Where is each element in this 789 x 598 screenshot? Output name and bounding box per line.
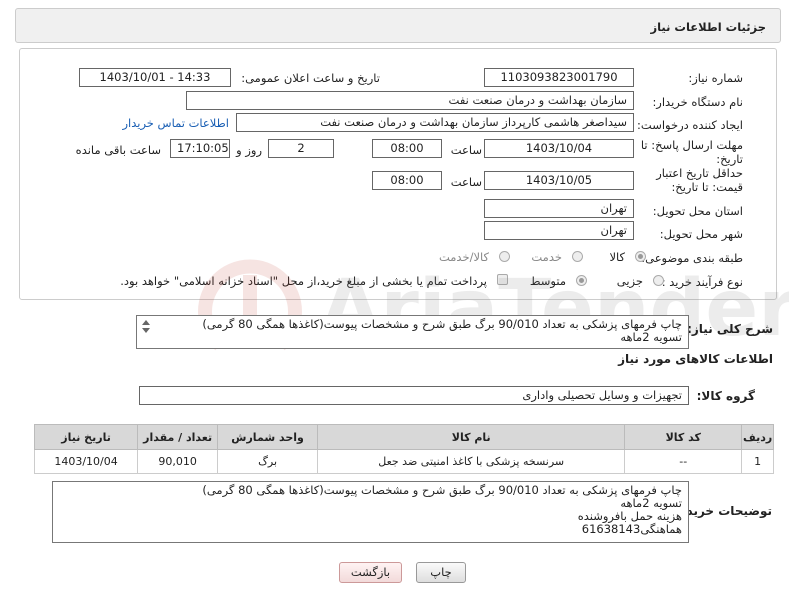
buyer-notes-textarea[interactable]: چاپ فرمهای پزشکی به تعداد 90/010 برگ طبق…: [52, 481, 689, 543]
category-radio-service[interactable]: [572, 251, 583, 262]
col-quantity: تعداد / مقدار: [137, 424, 219, 450]
treasury-payment-note: پرداخت تمام یا بخشی از مبلغ خرید،از محل …: [120, 274, 487, 288]
goods-group-field[interactable]: تجهیزات و وسایل تحصیلی واداری: [139, 386, 689, 405]
print-button[interactable]: چاپ: [416, 562, 466, 583]
col-item-name: نام کالا: [317, 424, 626, 450]
cell-row-number: 1: [741, 449, 774, 474]
city-label: شهر محل تحویل:: [659, 227, 743, 241]
remaining-label: ساعت باقی مانده: [75, 143, 161, 157]
cell-need-date: 1403/10/04: [33, 449, 139, 474]
goods-table: تاریخ نیاز تعداد / مقدار واحد شمارش نام …: [33, 424, 774, 474]
col-need-date: تاریخ نیاز: [33, 424, 139, 450]
category-radio-both[interactable]: [499, 251, 510, 262]
goods-section-title: اطلاعات کالاهای مورد نیاز: [618, 352, 773, 366]
page-title: جزئیات اطلاعات نیاز: [650, 20, 766, 34]
page-header: جزئیات اطلاعات نیاز: [15, 8, 781, 43]
goods-group-label: گروه کالا:: [696, 389, 755, 403]
price-deadline-label: حداقل تاریخ اعتبار قیمت: تا تاریخ:: [656, 166, 743, 194]
reply-date-field[interactable]: 1403/10/04: [484, 139, 634, 158]
process-option-medium: متوسط: [529, 274, 566, 288]
buyer-org-field[interactable]: سازمان بهداشت و درمان صنعت نفت: [186, 91, 634, 110]
summary-textarea[interactable]: چاپ فرمهای پزشکی به تعداد 90/010 برگ طبق…: [136, 315, 689, 349]
process-radio-medium[interactable]: [576, 275, 587, 286]
reply-time-label: ساعت: [450, 143, 482, 157]
treasury-payment-checkbox[interactable]: [497, 274, 508, 285]
back-button[interactable]: بازگشت: [339, 562, 402, 583]
days-label: روز و: [236, 143, 262, 157]
province-label: استان محل تحویل:: [652, 204, 743, 218]
category-option-goods: کالا: [609, 250, 625, 264]
cell-unit: برگ: [217, 449, 319, 474]
col-row-number: ردیف: [741, 424, 774, 450]
category-radio-goods[interactable]: [635, 251, 646, 262]
cell-quantity: 90,010: [137, 449, 219, 474]
col-unit: واحد شمارش: [217, 424, 319, 450]
need-number-field[interactable]: 1103093823001790: [484, 68, 634, 87]
goods-table-header: تاریخ نیاز تعداد / مقدار واحد شمارش نام …: [33, 424, 774, 450]
cell-item-code: --: [624, 449, 743, 474]
process-option-minor: جزیی: [616, 274, 643, 288]
announce-label: تاریخ و ساعت اعلان عمومی:: [241, 71, 380, 85]
days-field[interactable]: 2: [268, 139, 334, 158]
summary-scroll-arrows-icon[interactable]: [140, 318, 152, 342]
reply-deadline-label: مهلت ارسال پاسخ: تا تاریخ:: [640, 138, 743, 166]
summary-label: شرح کلی نیاز:: [687, 322, 773, 336]
price-time-label: ساعت: [450, 175, 482, 189]
creator-label: ایجاد کننده درخواست:: [637, 118, 743, 132]
table-row[interactable]: 1403/10/04 90,010 برگ سرنسخه پزشکی با کا…: [33, 449, 774, 474]
process-label: نوع فرآیند خرید :: [661, 275, 743, 289]
buyer-org-label: نام دستگاه خریدار:: [652, 95, 743, 109]
cell-item-name: سرنسخه پزشکی با کاغذ امنیتی ضد جعل: [317, 449, 626, 474]
announce-field[interactable]: 1403/10/01 - 14:33: [79, 68, 231, 87]
category-option-service: خدمت: [531, 250, 562, 264]
need-number-label: شماره نیاز:: [688, 71, 743, 85]
province-field[interactable]: تهران: [484, 199, 634, 218]
price-time-field[interactable]: 08:00: [372, 171, 442, 190]
remaining-time-field[interactable]: 17:10:05: [170, 139, 230, 158]
contact-info-link[interactable]: اطلاعات تماس خریدار: [122, 116, 229, 130]
creator-field[interactable]: سیداصغر هاشمی کارپرداز سازمان بهداشت و د…: [236, 113, 634, 132]
category-label: طبقه بندی موضوعی:: [641, 251, 743, 265]
reply-time-field[interactable]: 08:00: [372, 139, 442, 158]
process-radio-minor[interactable]: [653, 275, 664, 286]
city-field[interactable]: تهران: [484, 221, 634, 240]
price-date-field[interactable]: 1403/10/05: [484, 171, 634, 190]
category-option-both: کالا/خدمت: [438, 250, 489, 264]
col-item-code: کد کالا: [624, 424, 743, 450]
